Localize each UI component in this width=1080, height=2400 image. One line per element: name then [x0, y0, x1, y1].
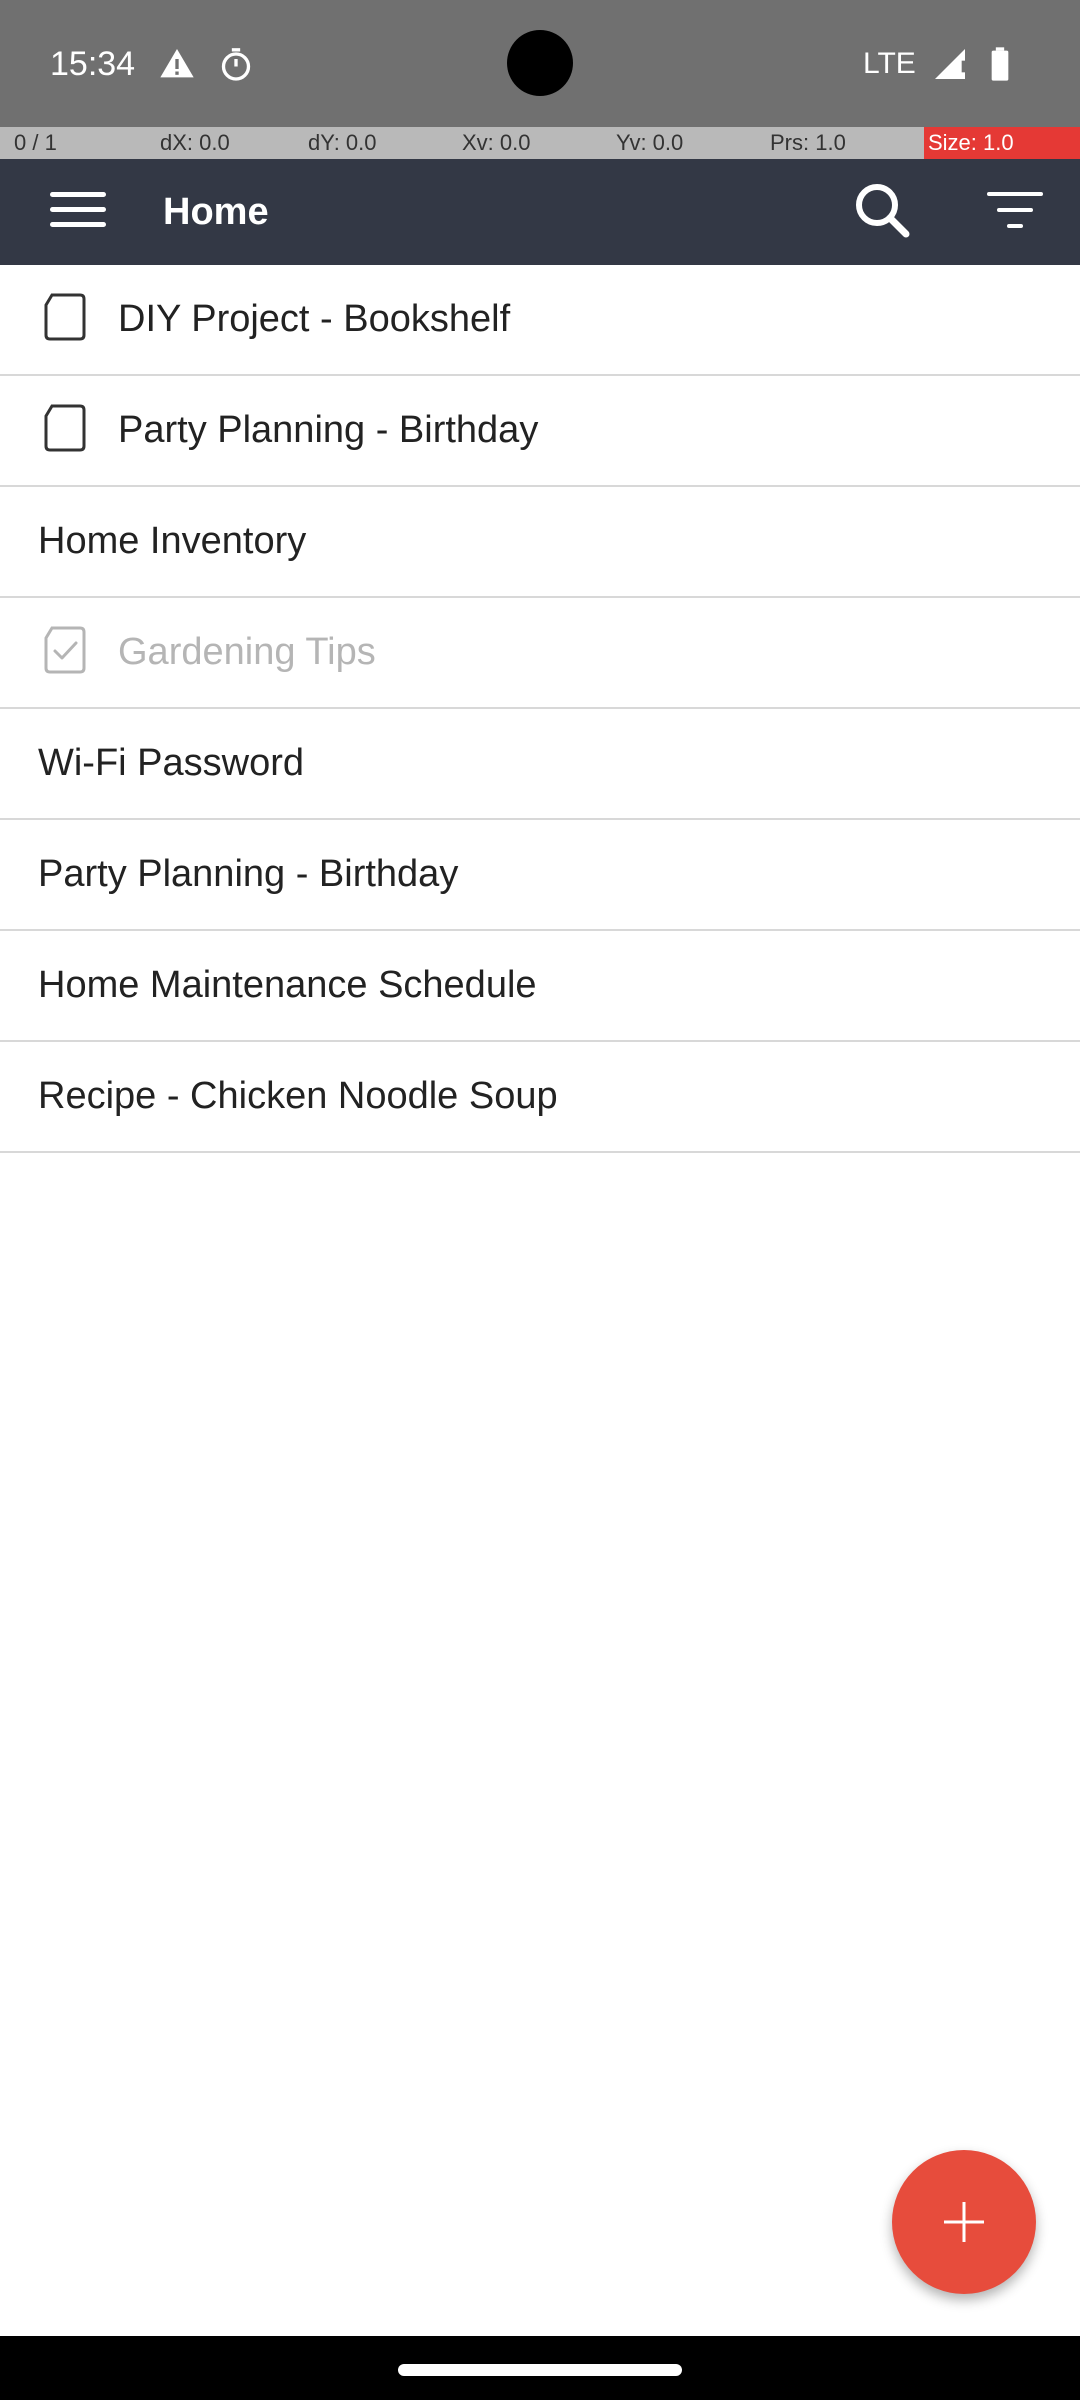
- list-item[interactable]: Home Maintenance Schedule: [0, 931, 1080, 1042]
- debug-prs: Prs: 1.0: [770, 130, 846, 155]
- add-note-button[interactable]: [892, 2150, 1036, 2294]
- note-title: Home Maintenance Schedule: [38, 964, 537, 1006]
- menu-button[interactable]: [38, 159, 118, 265]
- debug-yv: Yv: 0.0: [616, 130, 684, 155]
- list-item[interactable]: Home Inventory: [0, 487, 1080, 598]
- checkbox-unchecked-icon: [42, 402, 88, 454]
- sort-button[interactable]: [975, 159, 1055, 265]
- status-time: 15:34: [50, 45, 136, 83]
- camera-cutout: [507, 30, 573, 96]
- search-icon: [850, 178, 914, 247]
- list-item[interactable]: Wi-Fi Password: [0, 709, 1080, 820]
- note-title: DIY Project - Bookshelf: [118, 298, 511, 340]
- app-bar: Home: [0, 159, 1080, 265]
- note-title: Gardening Tips: [118, 631, 376, 673]
- home-gesture-handle[interactable]: [398, 2364, 682, 2376]
- checkbox-checked-icon: [42, 624, 88, 676]
- list-item[interactable]: Party Planning - Birthday: [0, 376, 1080, 487]
- list-item[interactable]: Recipe - Chicken Noodle Soup: [0, 1042, 1080, 1153]
- debug-pointer: 0 / 1: [14, 130, 57, 155]
- note-title: Party Planning - Birthday: [118, 409, 539, 451]
- network-type: LTE: [863, 47, 916, 80]
- debug-size: Size: 1.0: [928, 130, 1014, 155]
- note-title: Wi-Fi Password: [38, 742, 305, 784]
- battery-icon: [980, 44, 1020, 84]
- sort-filter-icon: [987, 188, 1043, 237]
- warning-icon: [157, 44, 197, 84]
- page-title: Home: [163, 191, 269, 233]
- pointer-debug-overlay: 0 / 1 dX: 0.0 dY: 0.0 Xv: 0.0 Yv: 0.0 Pr…: [0, 127, 1080, 159]
- checkbox[interactable]: [42, 291, 88, 343]
- note-title: Recipe - Chicken Noodle Soup: [38, 1075, 558, 1117]
- note-title: Party Planning - Birthday: [38, 853, 459, 895]
- status-bar: 15:34 LTE: [0, 0, 1080, 127]
- hamburger-menu-icon: [50, 190, 106, 235]
- list-item[interactable]: DIY Project - Bookshelf: [0, 265, 1080, 376]
- system-navigation-bar: [0, 2336, 1080, 2400]
- checkbox[interactable]: [42, 624, 88, 676]
- list-item[interactable]: Party Planning - Birthday: [0, 820, 1080, 931]
- search-button[interactable]: [842, 159, 922, 265]
- note-list: DIY Project - Bookshelf Party Planning -…: [0, 265, 1080, 1153]
- signal-icon: [930, 44, 970, 84]
- list-item[interactable]: Gardening Tips: [0, 598, 1080, 709]
- note-title: Home Inventory: [38, 520, 307, 562]
- checkbox[interactable]: [42, 402, 88, 454]
- plus-icon: [940, 2198, 988, 2246]
- debug-dx: dX: 0.0: [160, 130, 230, 155]
- stopwatch-icon: [216, 44, 256, 84]
- checkbox-unchecked-icon: [42, 291, 88, 343]
- debug-xv: Xv: 0.0: [462, 130, 531, 155]
- debug-dy: dY: 0.0: [308, 130, 377, 155]
